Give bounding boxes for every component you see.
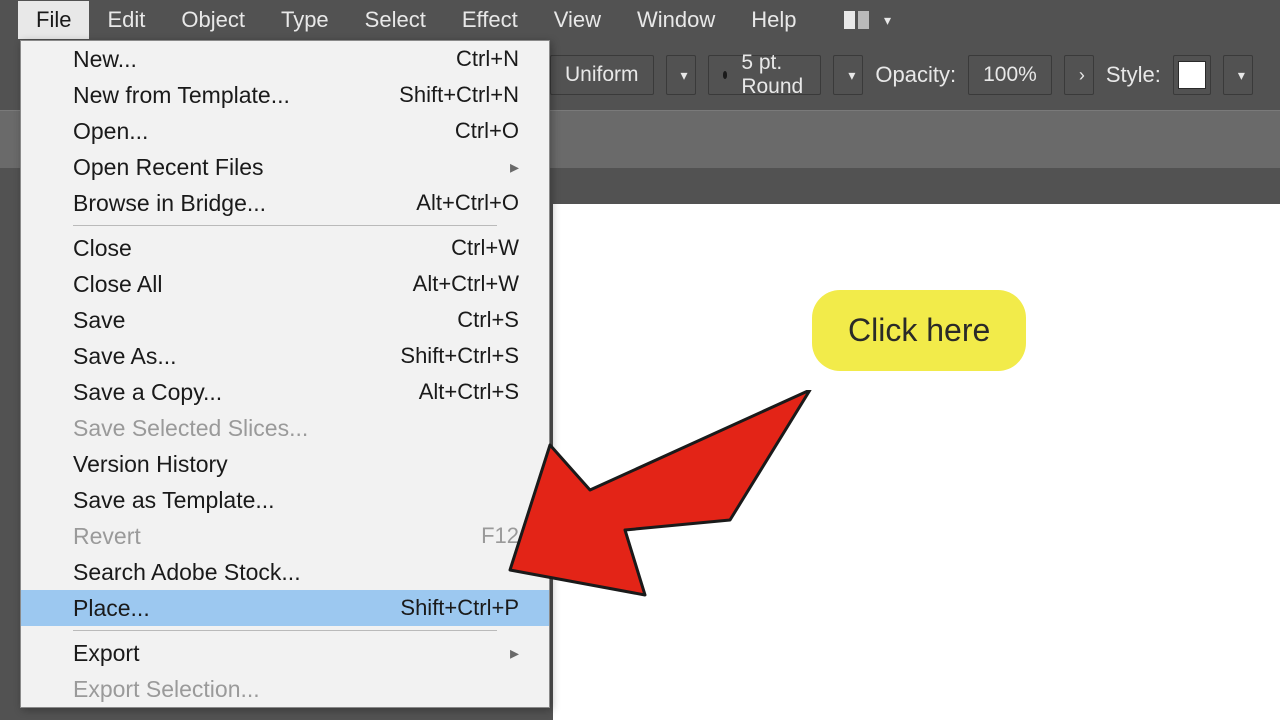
menu-item-label: Close All [73,271,162,298]
opacity-value-text: 100% [983,63,1037,87]
brush-label: 5 pt. Round [741,51,806,99]
stroke-profile-label: Uniform [565,63,639,87]
menu-item: Save Selected Slices... [21,410,549,446]
menu-item-shortcut: Alt+Ctrl+W [413,271,519,297]
menu-file[interactable]: File [18,1,89,39]
annotation-arrow [500,390,830,610]
brush-dot-icon [723,71,728,79]
menu-item[interactable]: Search Adobe Stock... [21,554,549,590]
menu-item-shortcut: Ctrl+N [456,46,519,72]
menu-help[interactable]: Help [733,1,814,39]
menu-item[interactable]: Open... Ctrl+O [21,113,549,149]
menu-item[interactable]: Place...Shift+Ctrl+P [21,590,549,626]
menu-edit[interactable]: Edit [89,1,163,39]
menu-item-label: Close [73,235,132,262]
menu-item-label: Save [73,307,125,334]
menu-item-label: Save a Copy... [73,379,222,406]
chevron-down-icon: ▾ [876,12,898,29]
menu-separator [73,225,497,226]
menu-select[interactable]: Select [347,1,444,39]
menu-effect[interactable]: Effect [444,1,536,39]
menu-item-shortcut: Alt+Ctrl+O [416,190,519,216]
menu-item[interactable]: Save As... Shift+Ctrl+S [21,338,549,374]
menu-item-label: Browse in Bridge... [73,190,266,217]
opacity-label: Opacity: [875,62,956,88]
menu-item[interactable]: Browse in Bridge... Alt+Ctrl+O [21,185,549,221]
menu-item-shortcut: Shift+Ctrl+S [400,343,519,369]
style-label: Style: [1106,62,1161,88]
menu-item[interactable]: Close Ctrl+W [21,230,549,266]
workspace-switcher[interactable]: ▾ [844,9,898,31]
menu-item-shortcut: Ctrl+W [451,235,519,261]
stroke-profile-select[interactable]: Uniform [550,55,654,95]
menu-item[interactable]: New from Template... Shift+Ctrl+N [21,77,549,113]
style-swatch[interactable] [1173,55,1211,95]
menu-item[interactable]: Close All Alt+Ctrl+W [21,266,549,302]
menu-item-label: Revert [73,523,141,550]
menu-item[interactable]: Save Ctrl+S [21,302,549,338]
menu-item[interactable]: Save a Copy...Alt+Ctrl+S [21,374,549,410]
menu-item-label: Open... [73,118,148,145]
menu-item-label: New from Template... [73,82,290,109]
brush-dropdown[interactable]: ▾ [833,55,863,95]
panel-icon [844,9,870,31]
style-dropdown[interactable]: ▾ [1223,55,1253,95]
opacity-value[interactable]: 100% [968,55,1052,95]
menu-item-label: Export Selection... [73,676,260,703]
file-dropdown-menu: New... Ctrl+N New from Template... Shift+Ct… [20,40,550,708]
stroke-profile-dropdown[interactable]: ▾ [666,55,696,95]
submenu-arrow-icon: ▸ [510,643,519,664]
menubar: File Edit Object Type Select Effect View… [0,0,1280,40]
menu-view[interactable]: View [536,1,619,39]
menu-item-shortcut: Ctrl+S [457,307,519,333]
menu-item: RevertF12 [21,518,549,554]
menu-item-label: Place... [73,595,150,622]
menu-item[interactable]: Export ▸ [21,635,549,671]
menu-item-label: Save Selected Slices... [73,415,308,442]
opacity-stepper[interactable]: › [1064,55,1094,95]
style-swatch-box [1178,61,1206,89]
menu-type[interactable]: Type [263,1,347,39]
menu-item[interactable]: Save as Template... [21,482,549,518]
annotation-callout: Click here [812,290,1026,371]
menu-item-label: Save as Template... [73,487,275,514]
menu-item-label: Save As... [73,343,177,370]
menu-item: Export Selection... [21,671,549,707]
menu-window[interactable]: Window [619,1,733,39]
menu-item-label: Search Adobe Stock... [73,559,301,586]
menu-item[interactable]: New... Ctrl+N [21,41,549,77]
menu-item-label: Open Recent Files [73,154,263,181]
brush-select[interactable]: 5 pt. Round [708,55,822,95]
submenu-arrow-icon: ▸ [510,157,519,178]
menu-item-label: Export [73,640,139,667]
menu-item-shortcut: Ctrl+O [455,118,519,144]
menu-item-label: Version History [73,451,228,478]
menu-separator [73,630,497,631]
menu-item[interactable]: Open Recent Files ▸ [21,149,549,185]
menu-item[interactable]: Version History [21,446,549,482]
menu-item-shortcut: Shift+Ctrl+N [399,82,519,108]
menu-object[interactable]: Object [163,1,263,39]
menu-item-label: New... [73,46,137,73]
